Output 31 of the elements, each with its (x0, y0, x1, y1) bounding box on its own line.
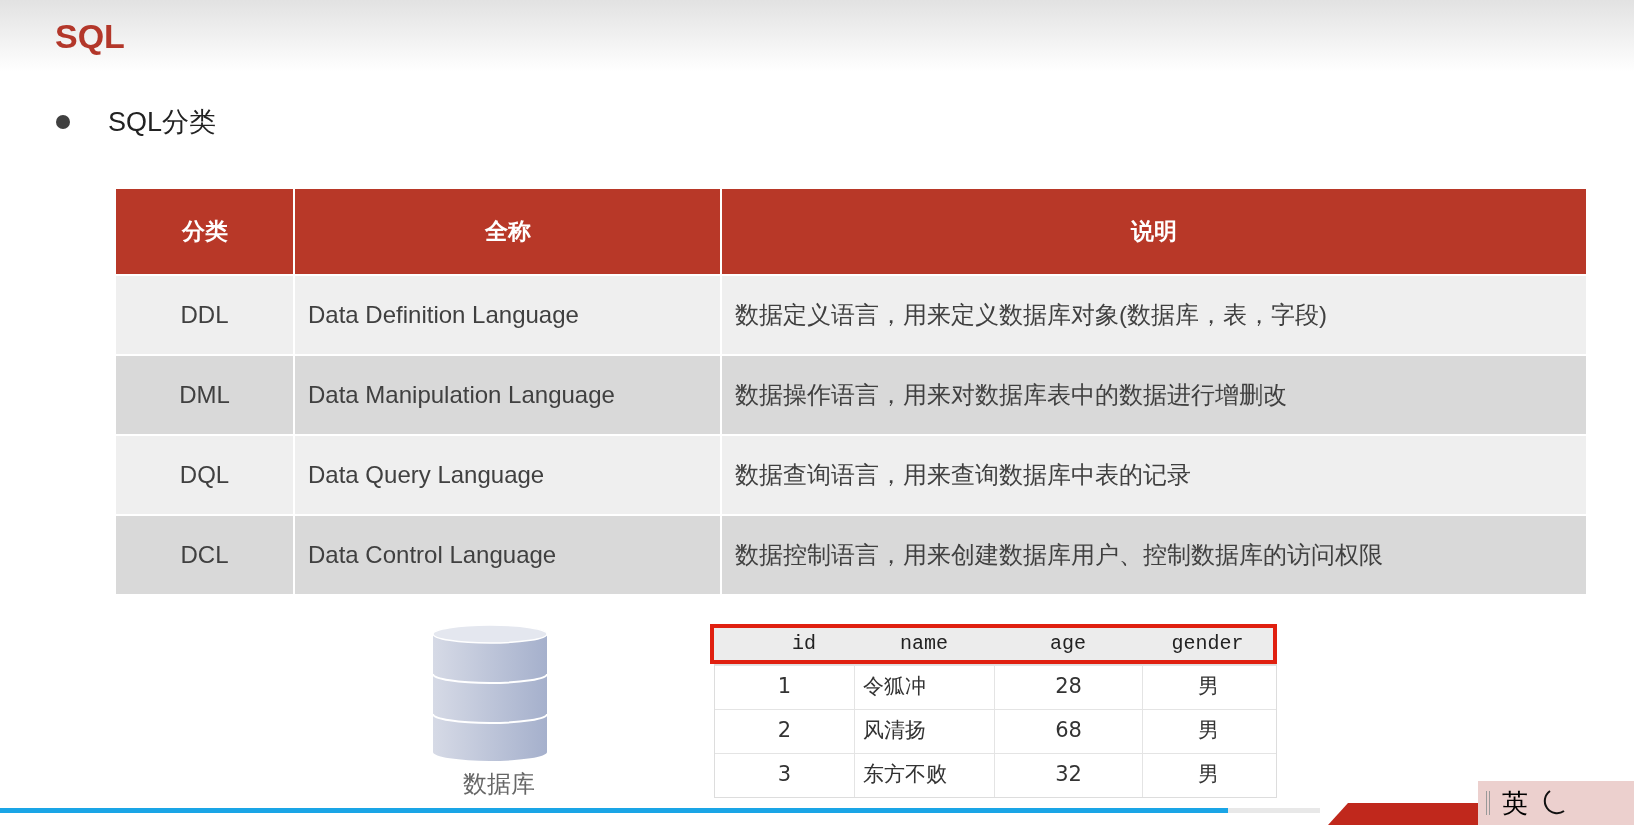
table-cell: 68 (995, 709, 1143, 753)
table-cell-text: 数据查询语言，用来查询数据库中表的记录 (734, 459, 1192, 490)
column-header: gender (1170, 630, 1245, 657)
table-cell: 东方不败 (855, 753, 995, 797)
table-cell-text: 男 (1197, 673, 1220, 701)
ime-toolbar[interactable]: 英 (1478, 781, 1634, 825)
input-mode[interactable]: 英 (1502, 783, 1528, 823)
table-cell-text: 男 (1197, 717, 1220, 745)
grip-icon (1486, 791, 1490, 815)
table-cell-text: 数据控制语言，用来创建数据库用户、控制数据库的访问权限 (734, 539, 1384, 570)
table-cell-text: 数据定义语言，用来定义数据库对象(数据库，表，字段) (734, 299, 1328, 330)
database-label: 数据库 (463, 768, 535, 799)
table-cell: 32 (995, 753, 1143, 797)
table-cell: Data Control Language (295, 515, 722, 594)
database-icon (432, 623, 548, 762)
column-header: age (1049, 630, 1087, 657)
bullet-icon (56, 115, 70, 130)
table-cell: 3 (715, 753, 855, 797)
column-header: name (899, 630, 949, 657)
slide-title: SQL (55, 15, 125, 57)
table-cell-text: 男 (1197, 761, 1220, 789)
table-cell: 28 (995, 665, 1143, 709)
table-cell: DCL (116, 515, 295, 594)
table-cell: 1 (715, 665, 855, 709)
column-header: 说明 (1129, 216, 1178, 246)
bullet-text: SQL分类 (108, 106, 217, 139)
table-cell-text: 数据操作语言，用来对数据库表中的数据进行增删改 (734, 379, 1288, 410)
table-cell: 风清扬 (855, 709, 995, 753)
column-header: id (791, 630, 817, 657)
table-cell: 令狐冲 (855, 665, 995, 709)
table-cell: 2 (715, 709, 855, 753)
